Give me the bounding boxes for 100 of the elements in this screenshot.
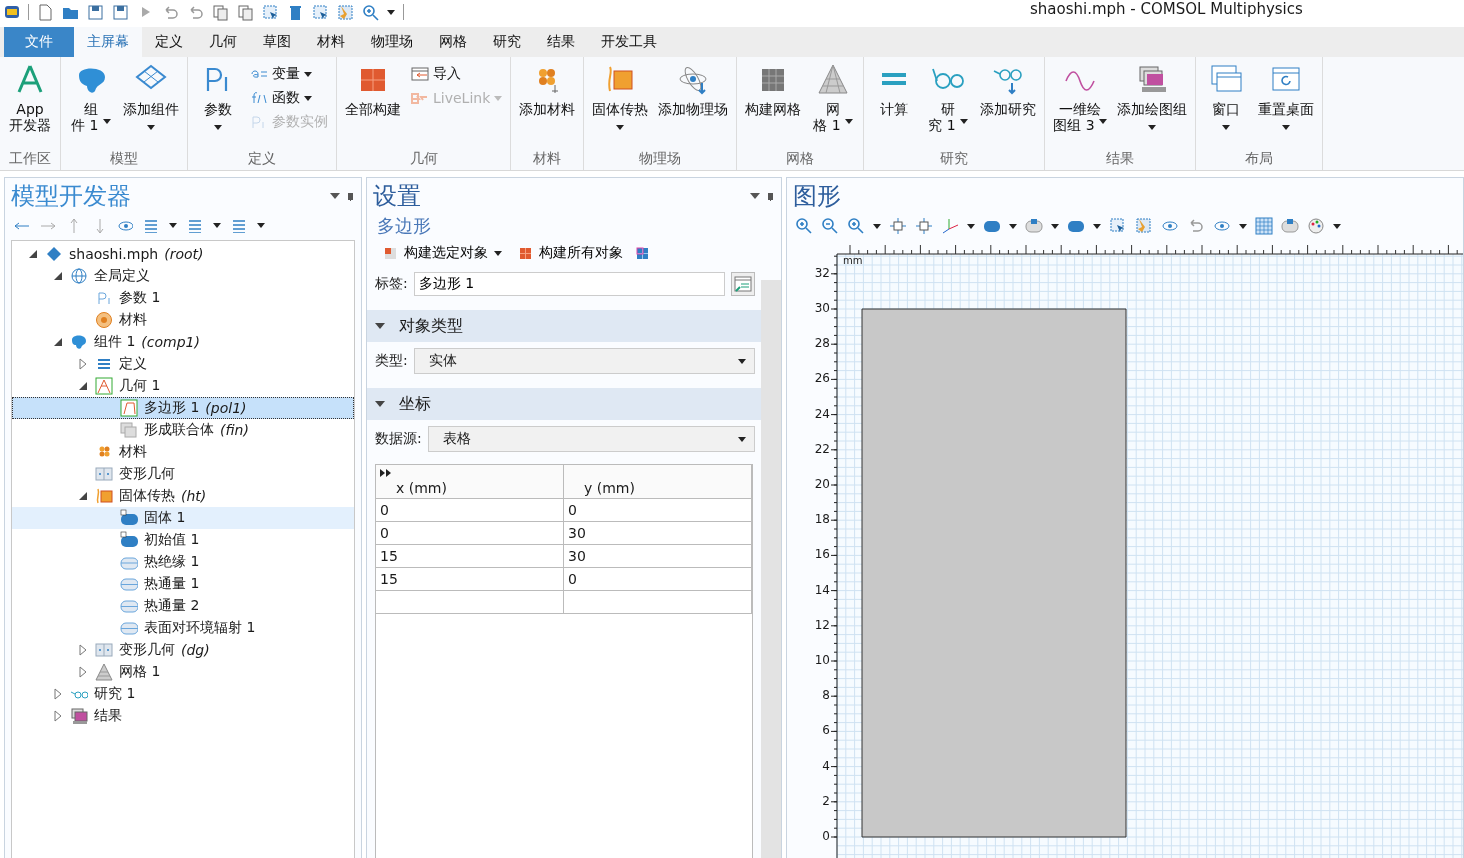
grid-icon[interactable] (1255, 217, 1273, 235)
tree-item[interactable]: 材料 (12, 309, 354, 331)
dropdown-icon[interactable] (750, 193, 760, 199)
move-icon[interactable] (915, 217, 933, 235)
ribbon-button[interactable]: 计算 (868, 61, 921, 150)
collapse-arrow-icon[interactable] (77, 380, 89, 392)
save-icon[interactable] (87, 3, 104, 21)
zoom-out-icon[interactable] (821, 217, 839, 235)
ribbon-button[interactable]: 添加物理场 (654, 61, 733, 150)
ribbon-tab[interactable]: 结果 (534, 27, 588, 57)
copy-icon[interactable] (237, 3, 254, 21)
tree-item[interactable]: 热通量 2 (12, 595, 354, 617)
build-button[interactable]: 构建选定对象 (379, 244, 506, 262)
ribbon-tab[interactable]: 几何 (196, 27, 250, 57)
collapse-arrow-icon[interactable] (52, 336, 64, 348)
collapse-arrow-icon[interactable] (77, 490, 89, 502)
list-icon[interactable] (231, 217, 247, 233)
broom-icon[interactable] (1135, 217, 1153, 235)
pin-icon[interactable] (346, 191, 355, 201)
ribbon-tab[interactable]: 材料 (304, 27, 358, 57)
ribbon-button[interactable]: 重置桌面 (1254, 61, 1319, 150)
expand-arrow-icon[interactable] (77, 666, 89, 678)
undo-icon[interactable] (187, 3, 204, 21)
ribbon-button[interactable]: 添加组件 (119, 61, 183, 150)
expand-arrow-icon[interactable] (77, 358, 89, 370)
tree-item[interactable]: 参数 1 (12, 287, 354, 309)
zoom-in-icon[interactable] (795, 217, 813, 235)
ribbon-button[interactable]: 添加研究 (976, 61, 1041, 150)
ribbon-tab[interactable]: 草图 (250, 27, 304, 57)
tree-item[interactable]: 几何 1 (12, 375, 354, 397)
list-icon[interactable] (143, 217, 159, 233)
tree-item[interactable]: 结果 (12, 705, 354, 727)
move-icon[interactable] (889, 217, 907, 235)
zoom-in-icon[interactable] (362, 3, 379, 21)
dropdown-field[interactable]: 表格 (427, 426, 755, 452)
expand-arrow-icon[interactable] (52, 710, 64, 722)
ribbon-button[interactable]: 构建网格 (741, 61, 806, 150)
ribbon-button[interactable]: 研 究 1 (922, 61, 975, 150)
undo-icon[interactable] (162, 3, 179, 21)
tree-item[interactable]: 初始值 1 (12, 529, 354, 551)
tree-item[interactable]: 热绝缘 1 (12, 551, 354, 573)
pin-icon[interactable] (766, 191, 775, 201)
list-icon[interactable] (187, 217, 203, 233)
tree-item[interactable]: 变形几何 (dg) (12, 639, 354, 661)
axes-icon[interactable] (941, 217, 959, 235)
collapse-arrow-icon[interactable] (27, 248, 39, 260)
collapse-arrow-icon[interactable] (52, 270, 64, 282)
tree-item[interactable]: 多边形 1 (pol1) (12, 397, 354, 419)
blocks-icon[interactable] (635, 245, 650, 261)
save-icon[interactable] (112, 3, 129, 21)
tree-item[interactable]: 表面对环境辐射 1 (12, 617, 354, 639)
ribbon-button[interactable]: 函数 (246, 89, 332, 107)
double-arrow-icon[interactable] (380, 469, 392, 477)
ribbon-tab[interactable]: 开发工具 (588, 27, 670, 57)
tree-item[interactable]: 固体 1 (12, 507, 354, 529)
file-menu-button[interactable]: 文件 (4, 27, 74, 57)
ribbon-tab[interactable]: 网格 (426, 27, 480, 57)
tree-item[interactable]: 固体传热 (ht) (12, 485, 354, 507)
ribbon-tab[interactable]: 定义 (142, 27, 196, 57)
tree-item[interactable]: 组件 1 (comp1) (12, 331, 354, 353)
rounded-shape-icon[interactable] (1025, 217, 1043, 235)
selection-icon[interactable] (1109, 217, 1127, 235)
ribbon-button[interactable]: 导入 (407, 65, 507, 83)
dropdown-field[interactable]: 实体 (413, 348, 755, 374)
zoom-in-icon[interactable] (847, 217, 865, 235)
ribbon-tab[interactable]: 研究 (480, 27, 534, 57)
ribbon-button[interactable]: 变量 (246, 65, 332, 83)
section-header[interactable]: 坐标 (367, 388, 761, 420)
expand-arrow-icon[interactable] (77, 644, 89, 656)
selection-icon[interactable] (312, 3, 329, 21)
ribbon-button[interactable]: 窗口 (1200, 61, 1253, 150)
dropdown-icon[interactable] (330, 193, 340, 199)
tree-item[interactable]: 形成联合体 (fin) (12, 419, 354, 441)
undo-icon[interactable] (1187, 217, 1205, 235)
ribbon-tab[interactable]: 物理场 (358, 27, 426, 57)
tree-item[interactable]: 定义 (12, 353, 354, 375)
document-icon[interactable] (37, 3, 54, 21)
expand-arrow-icon[interactable] (52, 688, 64, 700)
ribbon-button[interactable]: 参数 (192, 61, 244, 150)
ribbon-button[interactable]: 一维绘 图组 3 (1049, 61, 1112, 150)
broom-icon[interactable] (337, 3, 354, 21)
ribbon-button[interactable]: 添加绘图组 (1113, 61, 1192, 150)
tree-item[interactable]: 材料 (12, 441, 354, 463)
ribbon-button[interactable]: 添加材料 (515, 61, 580, 150)
ribbon-button[interactable]: 网 格 1 (807, 61, 860, 150)
ribbon-button[interactable]: 全部构建 (341, 61, 405, 150)
tree-item[interactable]: 变形几何 (12, 463, 354, 485)
label-field[interactable]: 多边形 1 (413, 272, 725, 296)
tree-item[interactable]: shaoshi.mph (root) (12, 243, 354, 265)
ribbon-button[interactable]: 组 件 1 (65, 61, 117, 150)
section-header[interactable]: 对象类型 (367, 310, 761, 342)
tree-item[interactable]: 热通量 1 (12, 573, 354, 595)
copy-icon[interactable] (212, 3, 229, 21)
palette-icon[interactable] (1307, 217, 1325, 235)
ribbon-button[interactable]: App 开发器 (4, 61, 56, 150)
tree-item[interactable]: 全局定义 (12, 265, 354, 287)
ribbon-tab[interactable]: 主屏幕 (74, 27, 142, 57)
ribbon-button[interactable]: 固体传热 (588, 61, 653, 150)
tree-item[interactable]: 研究 1 (12, 683, 354, 705)
tree-item[interactable]: 网格 1 (12, 661, 354, 683)
